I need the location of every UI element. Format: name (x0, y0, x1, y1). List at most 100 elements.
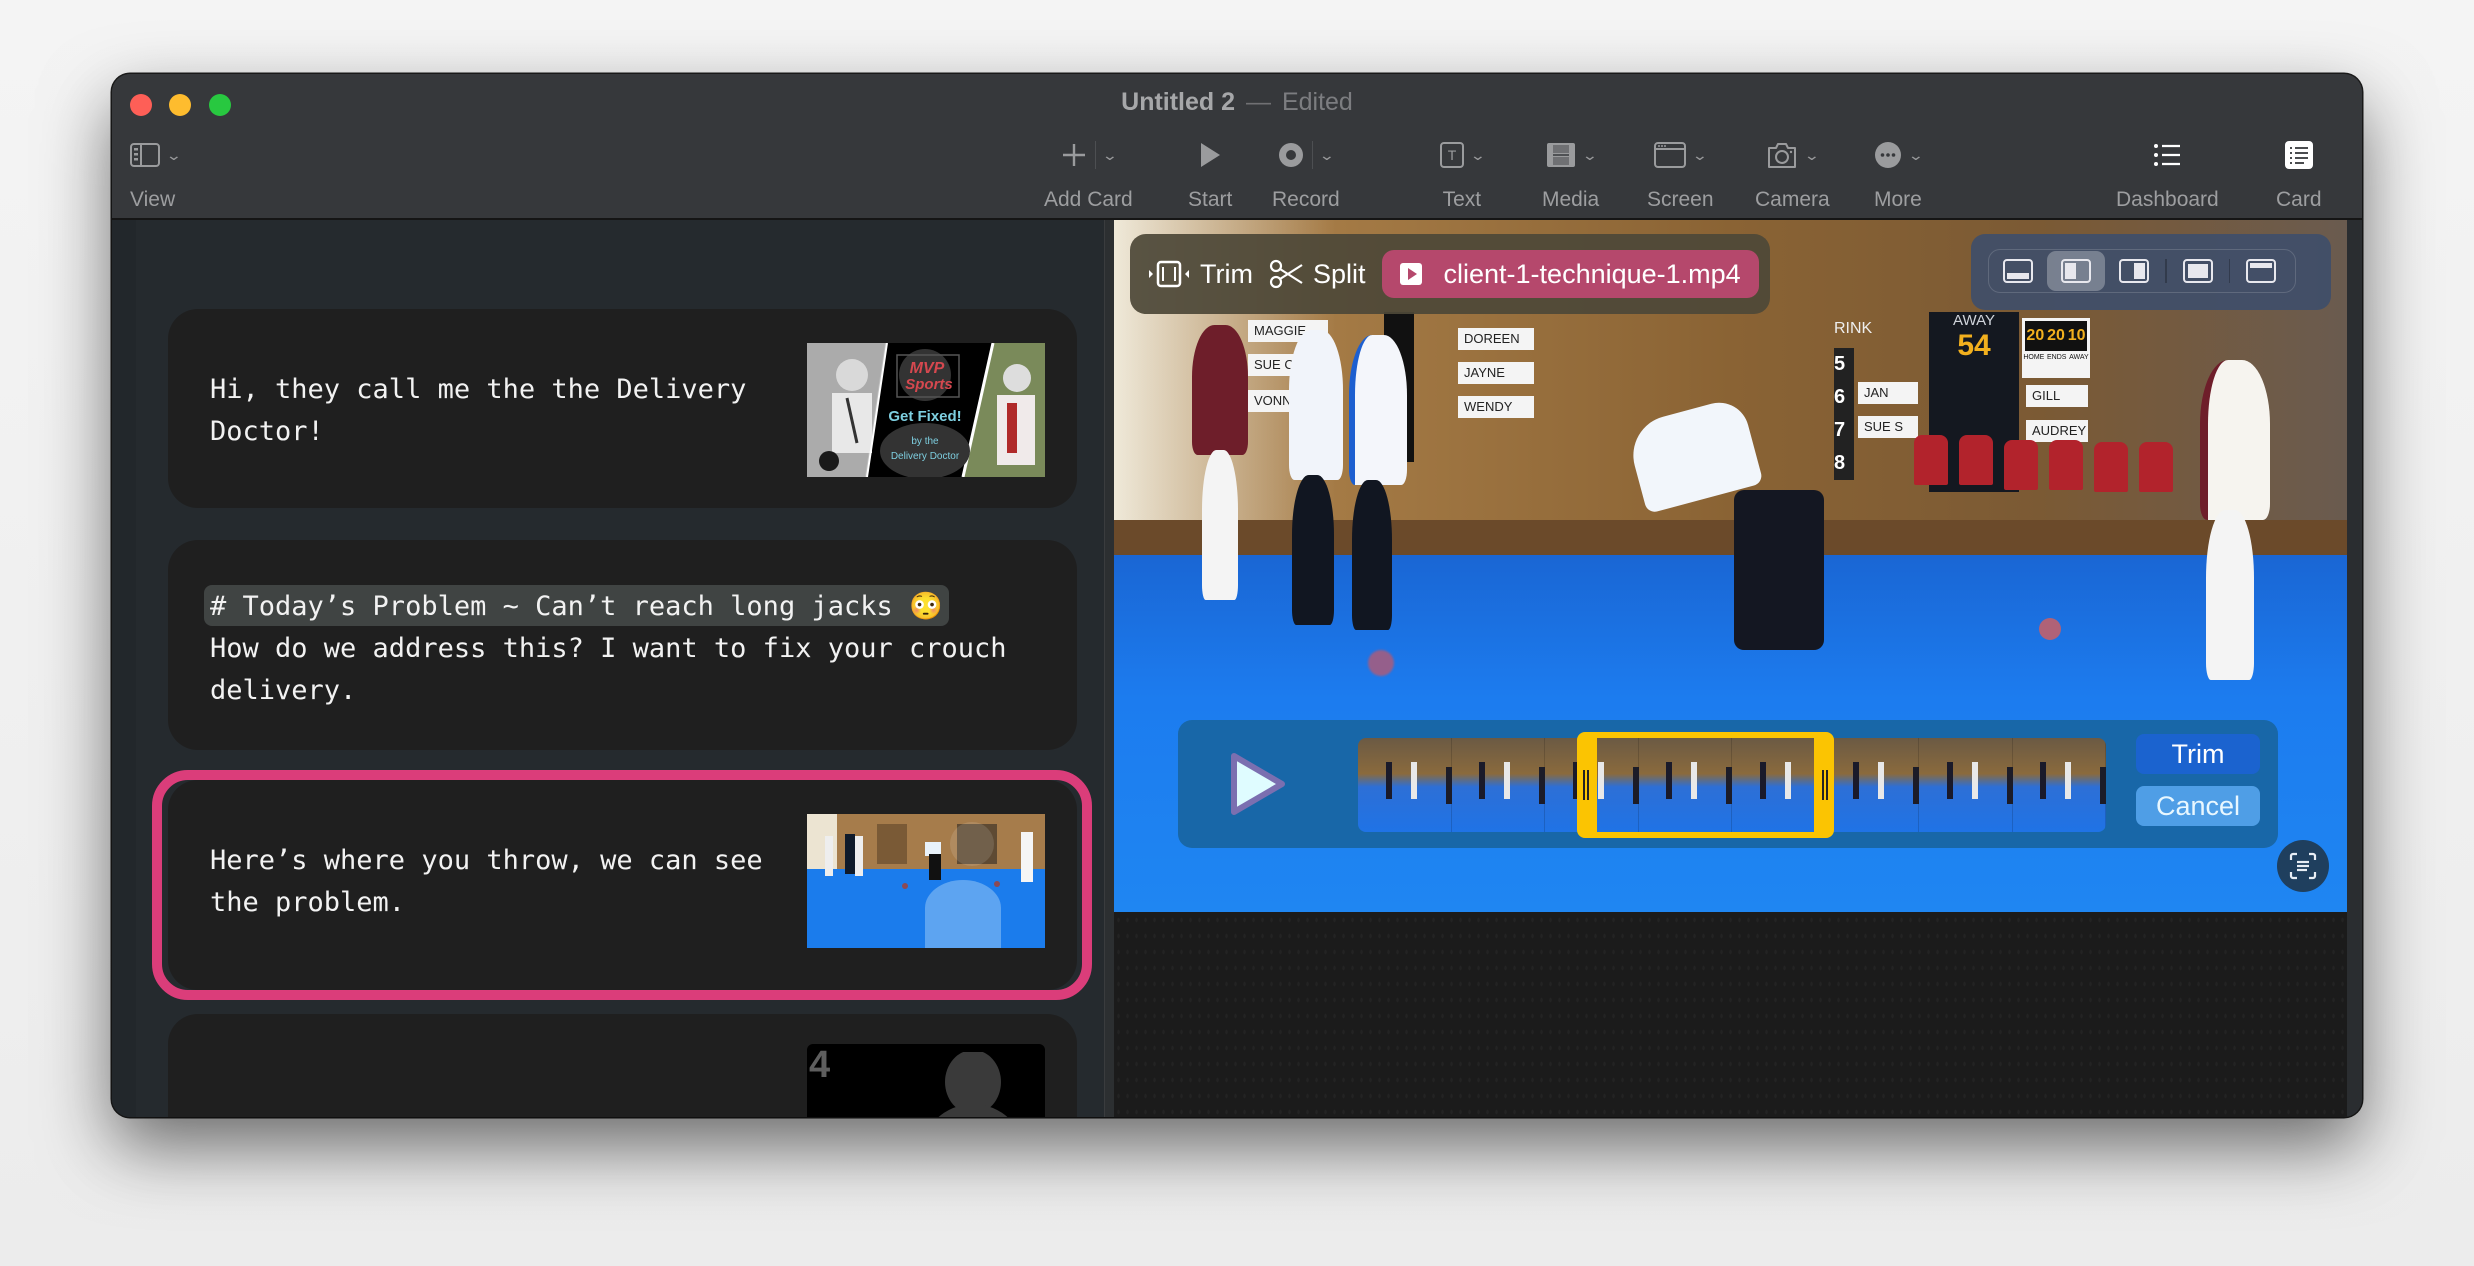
layout-right-panel-button[interactable] (2105, 251, 2163, 291)
plus-icon (1062, 144, 1085, 166)
away-label: AWAY (1953, 312, 1995, 329)
bowler-legs (1734, 490, 1824, 650)
filmstrip-frame (1825, 738, 1919, 832)
svg-text:T: T (1448, 147, 1457, 163)
name-board: JAYNE (1458, 362, 1534, 384)
thumb-title-line2: Sports (905, 376, 953, 393)
separator (2165, 259, 2167, 283)
chevron-down-icon[interactable]: ⌄ (1102, 147, 1118, 164)
card-thumbnail[interactable]: MVP Sports Get Fixed! by the Delivery Do… (807, 343, 1045, 477)
mvp-sports-thumbnail: MVP Sports Get Fixed! by the Delivery Do… (807, 343, 1045, 477)
filmstrip-frame (1451, 738, 1545, 832)
chevron-down-icon[interactable]: ⌄ (1804, 147, 1820, 164)
layout-center-button[interactable] (2169, 251, 2227, 291)
trim-panel: Trim Cancel (1178, 720, 2278, 848)
play-icon (1231, 753, 1285, 815)
card-item[interactable]: Hi, they call me the the Delivery Doctor… (168, 309, 1077, 508)
separator (1312, 141, 1314, 169)
layout-bottom-bar-icon (2003, 259, 2033, 283)
toolbar-camera[interactable]: ⌄ Camera (1755, 134, 1830, 212)
chevron-down-icon[interactable]: ⌄ (1908, 147, 1924, 164)
spectator-legs (2206, 510, 2254, 680)
moving-bowl (1368, 650, 1394, 676)
spectator (1349, 335, 1407, 485)
toolbar-media[interactable]: ⌄ Media (1542, 134, 1599, 212)
rink-number: 8 (1834, 452, 1846, 474)
card-list[interactable]: Hi, they call me the the Delivery Doctor… (112, 220, 1104, 1117)
trim-confirm-button[interactable]: Trim (2136, 734, 2260, 774)
card-number: 4 (809, 1044, 831, 1086)
toolbar-screen[interactable]: ⌄ Screen (1647, 134, 1714, 212)
end-scoreboard: 20 20 10 HOME ENDS AWAY (2022, 318, 2090, 378)
trim-tool-button[interactable]: Trim (1148, 259, 1253, 290)
canvas-background (1114, 912, 2347, 1117)
chevron-down-icon[interactable]: ⌄ (1470, 147, 1486, 164)
camera-label: Camera (1755, 188, 1830, 211)
toolbar-card[interactable]: Card (2276, 134, 2322, 212)
trim-cancel-button[interactable]: Cancel (2136, 786, 2260, 826)
trim-tool-label: Trim (1200, 258, 1253, 289)
score-away: 10 (2067, 327, 2086, 344)
card-text[interactable]: Hi, they call me the the Delivery Doctor… (210, 369, 746, 453)
chevron-down-icon[interactable]: ⌄ (1692, 147, 1708, 164)
layout-center-icon (2182, 259, 2213, 283)
card-icon (2284, 141, 2313, 169)
split-tool-button[interactable]: Split (1269, 259, 1366, 290)
trim-icon (1149, 260, 1189, 288)
thumb-byline2: Delivery Doctor (891, 451, 960, 462)
card-text[interactable]: Here’s where you throw, we can see the p… (210, 840, 763, 924)
title-separator: — (1246, 88, 1271, 116)
media-file-pill[interactable]: client-1-technique-1.mp4 (1381, 250, 1759, 298)
rink-numbers: 5 6 7 8 (1834, 348, 1854, 480)
trim-end-handle[interactable] (1822, 770, 1829, 800)
name-board: AUDREY (2026, 420, 2088, 442)
rink-label: RINK (1834, 320, 1873, 337)
toolbar-more[interactable]: ⌄ More (1874, 134, 1924, 212)
card-thumbnail-placeholder[interactable]: 4 (807, 1044, 1045, 1117)
trim-play-button[interactable] (1228, 750, 1288, 823)
toolbar-start[interactable]: Start (1188, 134, 1232, 212)
score-header: ENDS (2046, 354, 2067, 361)
dashboard-label: Dashboard (2116, 188, 2219, 211)
video-preview[interactable]: MAGGIE SUE C VONNE DOREEN JAYNE WENDY RI… (1114, 220, 2347, 912)
screen-label: Screen (1647, 188, 1714, 211)
card-item[interactable]: # Today’s Problem ~ Can’t reach long jac… (168, 540, 1077, 750)
layout-chooser (1971, 234, 2331, 310)
score-header: AWAY (2069, 354, 2089, 361)
layout-bottom-bar-button[interactable] (1989, 251, 2047, 291)
card-thumbnail[interactable] (807, 814, 1045, 948)
card-heading: # Today’s Problem ~ Can’t reach long jac… (204, 585, 949, 626)
toolbar-dashboard[interactable]: Dashboard (2116, 134, 2219, 212)
start-label: Start (1188, 188, 1233, 211)
chevron-down-icon[interactable]: ⌄ (1319, 147, 1335, 164)
toolbar-record[interactable]: ⌄ Record (1272, 134, 1340, 212)
layout-left-panel-button[interactable] (2047, 251, 2105, 291)
video-file-icon (1399, 263, 1422, 285)
name-board: SUE S (1858, 416, 1918, 438)
thumb-title-line1: MVP (910, 360, 945, 377)
person-silhouette-icon (938, 1052, 1008, 1117)
layout-top-bar-icon (2246, 259, 2276, 283)
trim-selection-range[interactable] (1577, 732, 1835, 838)
record-label: Record (1272, 188, 1340, 211)
titlebar-toolbar: Untitled 2 — Edited ⌄ View ⌄ Add Card St… (112, 74, 2362, 220)
live-text-button[interactable] (2277, 840, 2329, 892)
more-label: More (1874, 188, 1922, 211)
play-icon (1201, 143, 1221, 167)
card-item-selected[interactable]: Here’s where you throw, we can see the p… (168, 780, 1077, 990)
card-item[interactable]: 4 (168, 1014, 1077, 1117)
chevron-down-icon[interactable]: ⌄ (1581, 147, 1597, 164)
toolbar-add-card[interactable]: ⌄ Add Card (1044, 134, 1133, 212)
trim-start-handle[interactable] (1583, 770, 1590, 800)
toolbar-view[interactable]: ⌄ View (130, 134, 182, 212)
card-label: Card (2276, 188, 2322, 211)
name-board: JAN (1858, 382, 1918, 404)
card-body[interactable]: # Today’s Problem ~ Can’t reach long jac… (204, 585, 1007, 712)
pane-divider[interactable] (1104, 220, 1114, 1117)
filmstrip-frame (1919, 738, 2013, 832)
away-score: 54 (1957, 329, 1991, 362)
spectator (1289, 330, 1343, 480)
toolbar-text[interactable]: T ⌄ Text (1440, 134, 1486, 212)
layout-top-bar-button[interactable] (2232, 251, 2290, 291)
chevron-down-icon[interactable]: ⌄ (166, 147, 182, 164)
